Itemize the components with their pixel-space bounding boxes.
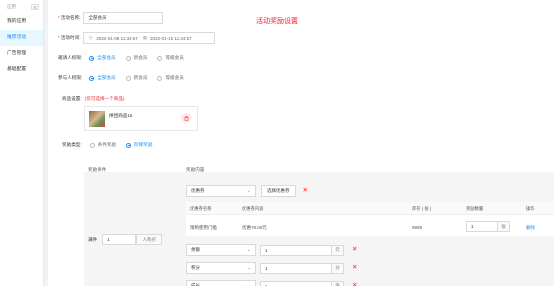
reward-points-input[interactable]: 1 分 xyxy=(260,262,344,274)
inviter-radio-new[interactable]: 新会员 xyxy=(125,55,147,61)
reward-balance-value: 1 xyxy=(265,247,268,253)
inviter-permission-label: 邀请人权限: xyxy=(58,55,83,60)
col-coupon-content: 优惠券内容 xyxy=(242,206,264,211)
radio-checked-icon xyxy=(89,75,95,81)
coupon-content-cell: 优惠78.00元 xyxy=(242,225,267,230)
page-title: 活动奖励设置 xyxy=(256,18,298,25)
sidebar-title: 应用 xyxy=(7,4,16,9)
reward-balance-row: 余额 ⌄ 1 元 ✕ xyxy=(186,244,357,256)
reward-balance-unit: 元 xyxy=(331,245,343,255)
sidebar-item-basic-config[interactable]: 基础配置 xyxy=(0,62,43,78)
reward-points-row: 积分 ⌄ 1 分 ✕ xyxy=(186,262,357,274)
activity-time-row: *活动时间: ◷ 2022-01-08 11:34:57 ▦ 2022-01-1… xyxy=(58,32,216,44)
activity-time-label: *活动时间: xyxy=(58,35,81,40)
reward-balance-input[interactable]: 1 元 xyxy=(260,244,344,256)
sidebar: 应用 ☰ 我的应用 推荐活动 广告管理 基础配置 xyxy=(0,0,44,286)
col-coupon-stock: 库存 ( 张 ) xyxy=(412,206,432,211)
reward-growth-input[interactable]: 1 值 xyxy=(260,280,344,286)
reward-balance-select-value: 余额 xyxy=(191,247,200,252)
sidebar-header: 应用 ☰ xyxy=(0,0,43,14)
participant-permission-radios: 全部会员 新会员 等级会员 xyxy=(89,75,194,81)
goods-setting-label: 商品设置: xyxy=(62,96,82,101)
delete-goods-button[interactable] xyxy=(181,113,191,123)
inviter-permission-radios: 全部会员 新会员 等级会员 xyxy=(89,55,194,61)
reward-points-select-value: 积分 xyxy=(191,265,200,270)
reward-type-select-value: 优惠券 xyxy=(191,188,205,193)
goods-thumbnail xyxy=(89,111,105,127)
activity-name-row: *活动名称: 全部会员 xyxy=(58,12,164,24)
coupon-qty-unit: 张 xyxy=(497,222,509,231)
collapse-icon[interactable]: ☰ xyxy=(31,4,39,10)
coupon-name-cell: 限制使用门槛 xyxy=(190,225,217,230)
coupon-stock-cell: 9999 xyxy=(412,225,423,230)
reward-radio-condition[interactable]: 条件奖励 xyxy=(89,142,116,148)
radio-checked-icon xyxy=(126,142,132,148)
condition-row: 满件 1 人购买 xyxy=(88,234,163,245)
participant-radio-all[interactable]: 全部会员 xyxy=(89,75,116,81)
coupon-table-header: 优惠券名称 优惠券内容 库存 ( 张 ) 奖励数量 操作 xyxy=(186,202,554,215)
inviter-radio-level[interactable]: 等级会员 xyxy=(157,55,184,61)
col-reward-qty: 奖励数量 xyxy=(466,206,484,211)
reward-growth-row: 成长 ⌄ 1 值 ✕ xyxy=(186,280,357,286)
sidebar-item-ad-management[interactable]: 广告管理 xyxy=(0,46,43,62)
remove-reward-icon[interactable]: ✕ xyxy=(303,187,308,195)
radio-checked-icon xyxy=(89,55,95,61)
condition-value-input[interactable]: 1 xyxy=(102,234,137,245)
remove-balance-icon[interactable]: ✕ xyxy=(352,246,357,254)
condition-prefix: 满件 xyxy=(88,236,98,242)
reward-points-select[interactable]: 积分 ⌄ xyxy=(186,262,256,274)
reward-growth-select[interactable]: 成长 ⌄ xyxy=(186,280,256,286)
participant-permission-label: 参与人权限: xyxy=(58,75,83,80)
activity-name-input[interactable]: 全部会员 xyxy=(83,12,164,24)
coupon-table: 优惠券名称 优惠券内容 库存 ( 张 ) 奖励数量 操作 限制使用门槛 优惠78… xyxy=(186,202,554,236)
sidebar-item-recommend-activity[interactable]: 推荐活动 xyxy=(0,30,43,46)
inviter-radio-all[interactable]: 全部会员 xyxy=(89,55,116,61)
participant-permission-row: 参与人权限: 全部会员 新会员 等级会员 xyxy=(58,75,194,81)
trash-icon xyxy=(184,115,188,121)
coupon-qty-input[interactable]: 1 张 xyxy=(466,221,510,232)
radio-icon xyxy=(125,75,131,81)
col-coupon-name: 优惠券名称 xyxy=(190,206,212,211)
chevron-down-icon: ⌄ xyxy=(246,264,251,271)
radio-icon xyxy=(89,142,95,148)
goods-name: 拼团商品15 xyxy=(109,113,133,118)
participant-radio-new[interactable]: 新会员 xyxy=(125,75,147,81)
goods-setting-row: 商品设置: (仅可选择一个商品) xyxy=(62,96,124,102)
activity-name-label: *活动名称: xyxy=(58,15,81,20)
chevron-down-icon: ⌄ xyxy=(246,246,251,253)
reward-balance-select[interactable]: 余额 ⌄ xyxy=(186,244,256,256)
goods-setting-hint: (仅可选择一个商品) xyxy=(84,96,125,101)
reward-select-row: 优惠券 ⌄ 选择优惠券 ✕ xyxy=(186,185,308,197)
reward-points-value: 1 xyxy=(265,265,268,271)
reward-type-select[interactable]: 优惠券 ⌄ xyxy=(186,185,256,197)
radio-icon xyxy=(157,75,163,81)
participant-radio-level[interactable]: 等级会员 xyxy=(157,75,184,81)
radio-icon xyxy=(157,55,163,61)
end-time-value: 2022-01-15 11:34:57 xyxy=(150,35,192,41)
reward-type-label: 奖励类型: xyxy=(62,142,82,147)
radio-icon xyxy=(125,55,131,61)
chevron-down-icon: ⌄ xyxy=(246,187,251,194)
coupon-qty-value: 1 xyxy=(471,224,474,229)
choose-coupon-button[interactable]: 选择优惠券 xyxy=(261,185,296,197)
activity-time-range-picker[interactable]: ◷ 2022-01-08 11:34:57 ▦ 2022-01-15 11:34… xyxy=(83,32,216,44)
inviter-permission-row: 邀请人权限: 全部会员 新会员 等级会员 xyxy=(58,55,194,61)
condition-unit: 人购买 xyxy=(136,234,163,245)
sidebar-item-my-apps[interactable]: 我的应用 xyxy=(0,14,43,30)
reward-growth-unit: 值 xyxy=(331,281,343,286)
reward-type-row: 奖励类型: 条件奖励 阶梯奖励 xyxy=(62,142,162,148)
reward-radio-tiered[interactable]: 阶梯奖励 xyxy=(126,142,152,148)
col-action: 操作 xyxy=(526,206,535,211)
remove-points-icon[interactable]: ✕ xyxy=(352,264,357,272)
start-time-value: 2022-01-08 11:34:57 xyxy=(96,35,138,41)
clock-icon: ◷ xyxy=(88,35,93,40)
reward-type-radios: 条件奖励 阶梯奖励 xyxy=(89,142,163,148)
reward-points-unit: 分 xyxy=(331,263,343,273)
calendar-icon: ▦ xyxy=(142,35,148,40)
delete-coupon-link[interactable]: 删除 xyxy=(526,225,535,231)
